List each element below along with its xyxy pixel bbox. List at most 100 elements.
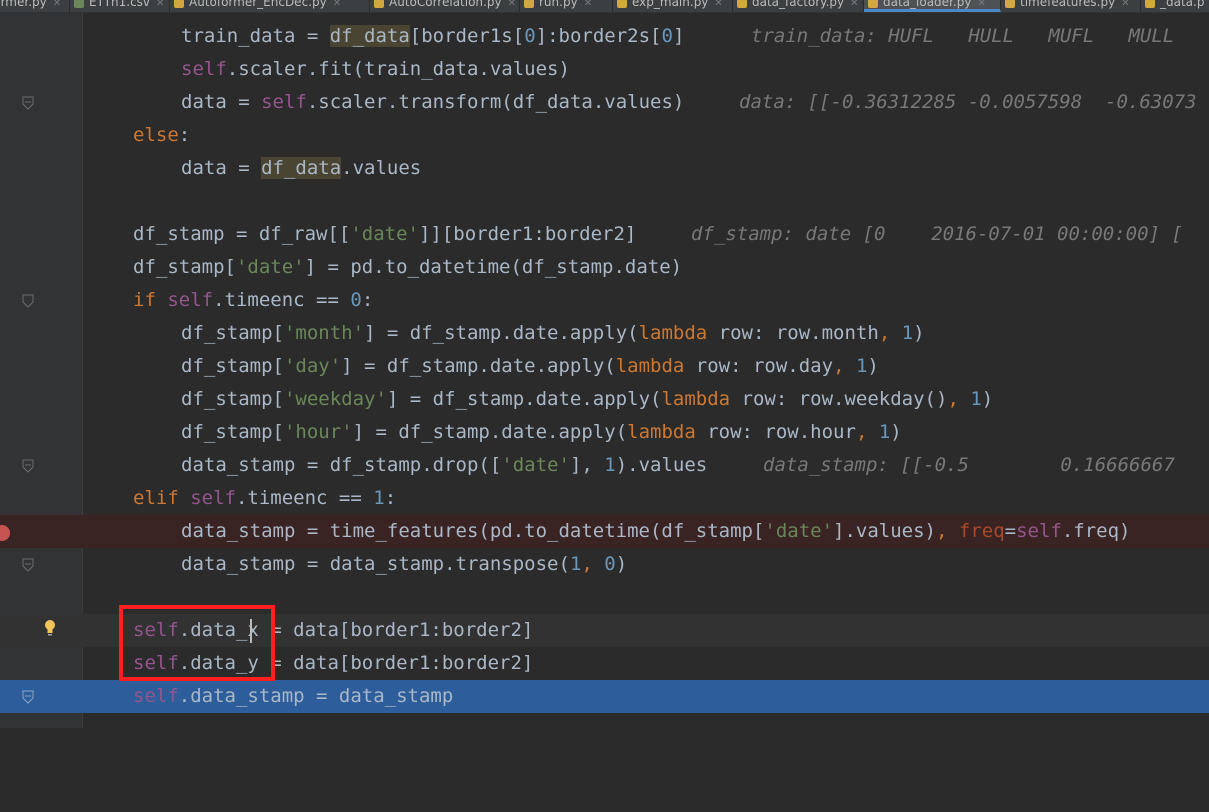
code-text: data_stamp = df_stamp.drop([	[181, 454, 502, 476]
fold-icon[interactable]	[21, 294, 35, 308]
code-text: df_stamp = df_raw[[	[133, 223, 351, 245]
code-line[interactable]: df_stamp['date'] = pd.to_datetime(df_sta…	[0, 251, 1209, 284]
tab-exp-main[interactable]: exp_main.py ✕	[613, 0, 733, 12]
python-file-icon	[868, 0, 878, 8]
tab-label: timefeatures.py	[1020, 0, 1116, 9]
code-text: )	[890, 421, 902, 443]
code-text: ).values	[615, 454, 708, 476]
tab-autocorrelation[interactable]: AutoCorrelation.py ✕	[370, 0, 520, 12]
number-literal: 1	[373, 487, 385, 509]
python-file-icon	[1145, 0, 1155, 8]
code-text: ] = df_stamp.date.apply(	[341, 355, 616, 377]
number-literal: 1	[970, 388, 982, 410]
code-line[interactable]: train_data = df_data[border1s[0]:border2…	[0, 20, 1209, 53]
inline-debug-value: data: [[-0.36312285 -0.0057598 -0.63073	[739, 91, 1197, 113]
fold-end-icon[interactable]	[21, 459, 35, 473]
code-text: :	[384, 487, 397, 509]
code-text: .values	[341, 157, 422, 179]
code-line[interactable]: data_stamp = data_stamp.transpose(1, 0)	[0, 548, 1209, 581]
code-line[interactable]: else:	[0, 119, 1209, 152]
code-text: )	[913, 322, 925, 344]
number-literal: 1	[878, 421, 891, 443]
code-line[interactable]: if self.timeenc == 0:	[0, 284, 1209, 317]
tab-data-loader[interactable]: data_loader.py ✕	[864, 0, 1001, 12]
string-literal: 'hour'	[283, 421, 353, 443]
code-line[interactable]: data_stamp = df_stamp.drop(['date'], 1).…	[0, 449, 1209, 482]
named-parameter: freq	[958, 520, 1005, 542]
breakpoint-icon[interactable]	[0, 525, 10, 541]
comma: ,	[947, 388, 971, 410]
code-text: [border1s[	[409, 25, 525, 47]
code-text: df_stamp[	[181, 421, 284, 443]
number-literal: 1	[604, 454, 616, 476]
tab-run[interactable]: run.py ✕	[520, 0, 613, 12]
tab-etth1-csv[interactable]: ETTh1.csv ✕	[70, 0, 170, 12]
keyword: if	[133, 289, 168, 311]
tab-data-factory[interactable]: data_factory.py ✕	[733, 0, 864, 12]
code-line[interactable]: df_stamp['hour'] = df_stamp.date.apply(l…	[0, 416, 1209, 449]
inline-debug-value: train_data: HUFL HULL MUFL MULL	[751, 25, 1175, 47]
code-text: ] = df_stamp.date.apply(	[352, 421, 628, 443]
number-literal: 1	[569, 553, 582, 575]
keyword: lambda	[638, 322, 708, 344]
code-line[interactable]: data = df_data.values	[0, 152, 1209, 185]
tab-label: data_factory.py	[752, 0, 845, 9]
code-line[interactable]: elif self.timeenc == 1:	[0, 482, 1209, 515]
keyword: lambda	[627, 421, 696, 443]
python-file-icon	[174, 0, 184, 8]
breakpoint-line[interactable]: data_stamp = time_features(pd.to_datetim…	[0, 515, 1209, 548]
tab-label: exp_main.py	[632, 0, 709, 9]
tab-data-p[interactable]: _data.p	[1141, 0, 1209, 12]
fold-end-icon[interactable]	[21, 96, 35, 110]
code-line[interactable]: df_stamp['month'] = df_stamp.date.apply(…	[0, 317, 1209, 350]
tab-label: AutoCorrelation.py	[389, 0, 502, 9]
code-line[interactable]: self.scaler.fit(train_data.values)	[0, 53, 1209, 86]
code-line[interactable]: df_stamp = df_raw[['date']][border1:bord…	[0, 218, 1209, 251]
execution-point-line[interactable]: self.data_stamp = data_stamp	[0, 680, 1209, 713]
code-text: ] = df_stamp.date.apply(	[386, 388, 662, 410]
python-file-icon	[524, 0, 534, 8]
keyword: lambda	[661, 388, 731, 410]
code-text: ]][border1:border2]	[418, 223, 637, 245]
number-literal: 0	[661, 25, 673, 47]
tab-label: _data.p	[1160, 0, 1205, 9]
number-literal: 1	[901, 322, 914, 344]
code-text: df_stamp[	[133, 256, 236, 278]
code-text: ] = pd.to_datetime(df_stamp.date)	[304, 256, 683, 278]
code-text: ]:border2s[	[535, 25, 662, 47]
code-text: row: row.weekday()	[730, 388, 948, 410]
code-text: df_stamp[	[181, 388, 284, 410]
code-text: data_stamp = data_stamp.transpose(	[181, 553, 570, 575]
code-text: row: row.day	[684, 355, 834, 377]
tab-autoformer-encdec[interactable]: Autoformer_EncDec.py ✕	[170, 0, 370, 12]
code-text: .freq)	[1061, 520, 1131, 542]
self-keyword: self	[190, 487, 236, 509]
tab-timefeatures[interactable]: timefeatures.py ✕	[1001, 0, 1141, 12]
fold-end-icon[interactable]	[21, 558, 35, 572]
tab-label: ETTh1.csv	[89, 0, 151, 9]
lightbulb-icon[interactable]	[43, 618, 57, 638]
comma: ,	[878, 322, 902, 344]
code-text: df_stamp[	[181, 322, 284, 344]
gutter-cell	[0, 548, 82, 581]
tab-label: former.py	[0, 0, 47, 9]
code-text: )	[867, 355, 879, 377]
code-line[interactable]: df_stamp['weekday'] = df_stamp.date.appl…	[0, 383, 1209, 416]
code-text: train_data =	[181, 25, 330, 47]
gutter-cell	[0, 284, 82, 317]
python-file-icon	[374, 0, 384, 8]
code-text: row: row.month	[707, 322, 879, 344]
code-text: :	[178, 124, 191, 146]
highlighted-identifier: df_data	[261, 157, 342, 179]
gutter-cell	[0, 614, 82, 647]
inline-debug-value: data_stamp: [[-0.5 0.16666667	[763, 454, 1175, 476]
keyword: else	[133, 124, 179, 146]
code-line[interactable]: df_stamp['day'] = df_stamp.date.apply(la…	[0, 350, 1209, 383]
tab-former[interactable]: former.py✕	[0, 0, 70, 12]
fold-end-icon[interactable]	[21, 690, 35, 704]
self-keyword: self	[167, 289, 214, 311]
number-literal: 0	[604, 553, 616, 575]
code-line[interactable]: data = self.scaler.transform(df_data.val…	[0, 86, 1209, 119]
code-text: df_stamp[	[181, 355, 284, 377]
code-text: data =	[181, 157, 262, 179]
